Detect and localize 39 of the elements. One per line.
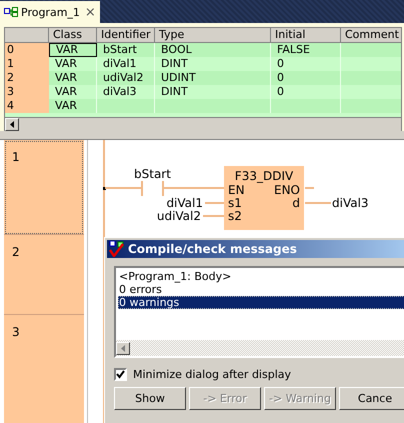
row-number: 3: [5, 85, 49, 99]
network-number[interactable]: 3: [4, 315, 84, 423]
tab-title: Program_1: [21, 6, 80, 18]
pin-label: s2: [228, 209, 242, 223]
column-header[interactable]: Identifier: [97, 28, 155, 43]
pin-label: s1: [228, 196, 242, 210]
row-number: 0: [5, 43, 49, 57]
network-number[interactable]: 1: [4, 140, 84, 235]
column-header[interactable]: Type: [155, 28, 271, 43]
row-number: 2: [5, 71, 49, 85]
row-number: 4: [5, 99, 49, 113]
pin-label: d: [292, 196, 300, 210]
block-name: F33_DDIV: [234, 169, 294, 183]
message-item[interactable]: 0 warnings: [118, 296, 404, 309]
table-row[interactable]: 4 VAR: [5, 99, 401, 113]
contact-label: bStart: [134, 167, 171, 181]
table-cell: VAR: [49, 43, 97, 57]
variable-label: udiVal2: [156, 209, 201, 223]
table-row[interactable]: 2 VAR udiVal2 UDINT 0: [5, 71, 401, 85]
row-number: 1: [5, 57, 49, 71]
pin-label: EN: [228, 183, 245, 197]
message-list[interactable]: <Program_1: Body> 0 errors 0 warnings: [114, 266, 404, 358]
dialog-button[interactable]: Show: [114, 387, 186, 410]
dialog-button[interactable]: Cance: [339, 387, 404, 410]
checkbox-label[interactable]: Minimize dialog after display: [133, 368, 292, 381]
column-header[interactable]: Comment: [341, 28, 401, 43]
dialog-title: Compile/check messages: [128, 242, 297, 256]
table-row[interactable]: 0 VAR bStart BOOL FALSE: [5, 43, 401, 57]
variable-label: diVal3: [332, 196, 369, 210]
variable-label: diVal1: [166, 196, 203, 210]
network-number[interactable]: 2: [4, 235, 84, 315]
column-header[interactable]: Initial: [271, 28, 341, 43]
message-item[interactable]: 0 errors: [118, 283, 404, 296]
pin-label: ENO: [274, 183, 300, 197]
message-item[interactable]: <Program_1: Body>: [118, 270, 404, 283]
document-tab[interactable]: Program_1 ×: [0, 1, 100, 23]
close-icon[interactable]: ×: [84, 4, 96, 20]
table-cell: VAR: [49, 99, 97, 113]
column-header[interactable]: Class: [49, 28, 97, 43]
